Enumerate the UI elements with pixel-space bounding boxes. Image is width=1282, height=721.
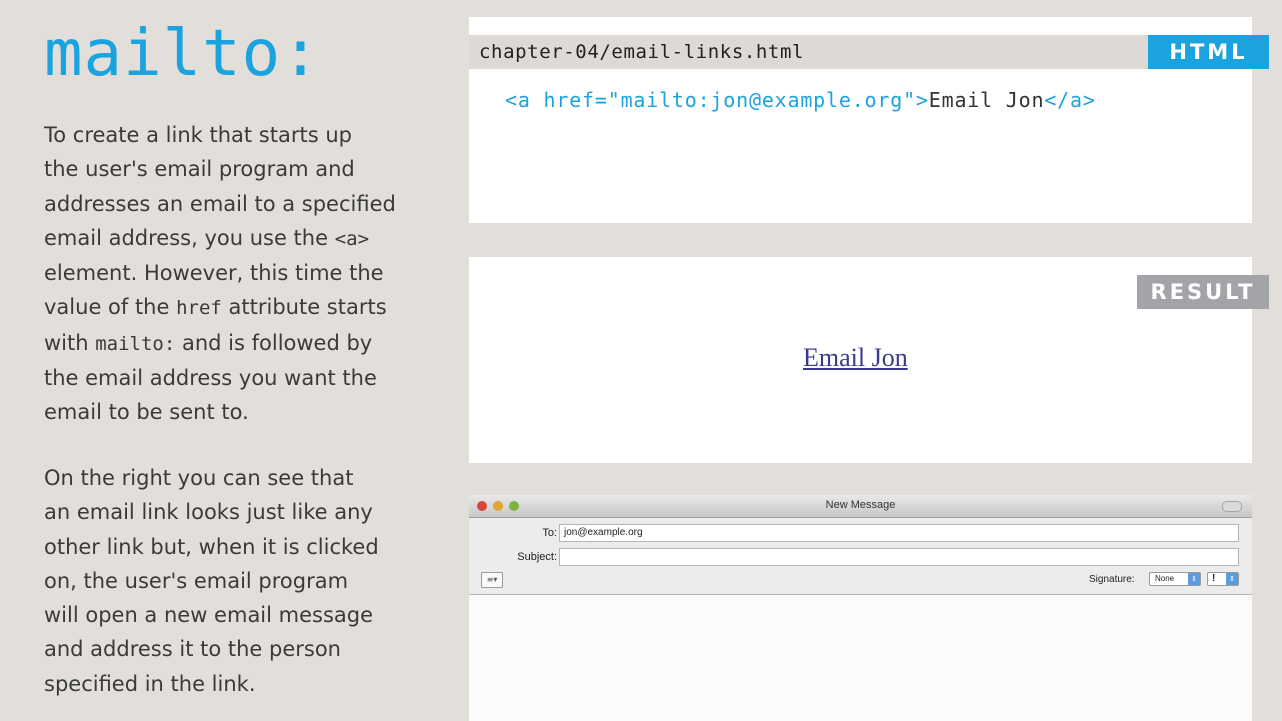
paragraph-line: value of the href attribute starts: [44, 290, 424, 325]
code-example-panel: chapter-04/email-links.html <a href="mai…: [469, 17, 1252, 223]
paragraph-line: the email address you want the: [44, 361, 424, 395]
paragraph-line: To create a link that starts up: [44, 118, 424, 152]
text-segment: email address, you use the: [44, 225, 335, 250]
text-segment: addresses an email to a specified: [44, 191, 396, 216]
paragraph-line: and address it to the person: [44, 632, 424, 666]
text-segment: email to be sent to.: [44, 400, 249, 425]
page-heading: mailto:: [44, 17, 321, 91]
text-segment: will open a new email message: [44, 603, 374, 628]
explanation-paragraph: On the right you can see that an email li…: [44, 461, 424, 701]
paragraph-line: other link but, when it is clicked: [44, 530, 424, 564]
code-line: <a href="mailto:jon@example.org">Email J…: [505, 88, 1096, 112]
code-link-text: Email Jon: [928, 88, 1045, 112]
text-segment: and address it to the person: [44, 637, 341, 662]
toolbar-toggle-button[interactable]: [1222, 501, 1242, 512]
paragraph-line: with mailto: and is followed by: [44, 326, 424, 361]
paragraph-line: email to be sent to.: [44, 395, 424, 429]
paragraph-line: email address, you use the <a>: [44, 221, 424, 256]
message-body[interactable]: [469, 595, 1252, 721]
paragraph-line: an email link looks just like any: [44, 495, 424, 529]
select-arrows-icon: ⇕: [1188, 573, 1200, 585]
select-arrows-icon: ⇕: [1226, 573, 1238, 585]
paragraph-line: the user's email program and: [44, 152, 424, 186]
text-segment: with: [44, 330, 96, 355]
file-name-bar: chapter-04/email-links.html: [469, 35, 1252, 69]
email-jon-link[interactable]: Email Jon: [803, 343, 908, 373]
to-field[interactable]: jon@example.org: [559, 524, 1239, 542]
inline-code: href: [176, 297, 222, 320]
subject-label: Subject:: [517, 551, 557, 563]
text-segment: the user's email program and: [44, 157, 355, 182]
paragraph-line: will open a new email message: [44, 598, 424, 632]
to-value: jon@example.org: [564, 527, 643, 538]
email-window-screenshot: New Message To: jon@example.org Subject:…: [469, 495, 1252, 721]
priority-select[interactable]: ! ⇕: [1207, 572, 1239, 586]
header-options-button[interactable]: ≡▾: [481, 572, 503, 588]
subject-field[interactable]: [559, 548, 1239, 566]
to-label: To:: [542, 527, 557, 539]
paragraph-line: on, the user's email program: [44, 564, 424, 598]
paragraph-line: addresses an email to a specified: [44, 187, 424, 221]
code-close-tag: </a>: [1044, 88, 1096, 112]
paragraph-line: On the right you can see that: [44, 461, 424, 495]
message-header-area: To: jon@example.org Subject: ≡▾ Signatur…: [469, 518, 1252, 595]
code-open-tag: <a href="mailto:jon@example.org">: [505, 88, 929, 112]
text-segment: value of the: [44, 295, 177, 320]
description-paragraph: To create a link that starts up the user'…: [44, 118, 424, 430]
window-title: New Message: [825, 499, 896, 511]
paragraph-line: specified in the link.: [44, 667, 424, 701]
html-tag: HTML: [1148, 35, 1269, 69]
text-segment: and is followed by: [175, 330, 373, 355]
result-panel: Email Jon: [469, 257, 1252, 463]
signature-select[interactable]: None ⇕: [1149, 572, 1201, 586]
priority-value: !: [1212, 573, 1216, 584]
text-segment: an email link looks just like any: [44, 500, 373, 525]
text-segment: element. However, this time the: [44, 261, 384, 286]
text-segment: other link but, when it is clicked: [44, 534, 379, 559]
text-segment: on, the user's email program: [44, 568, 349, 593]
inline-code: mailto:: [95, 332, 176, 355]
paragraph-line: element. However, this time the: [44, 256, 424, 290]
window-titlebar: New Message: [469, 495, 1252, 518]
result-tag: RESULT: [1137, 275, 1269, 309]
text-segment: On the right you can see that: [44, 466, 354, 490]
list-menu-icon: ≡▾: [486, 575, 498, 584]
signature-value: None: [1155, 574, 1175, 583]
text-segment: the email address you want the: [44, 366, 377, 391]
inline-code: <a>: [334, 227, 370, 250]
text-segment: attribute starts: [221, 295, 387, 320]
signature-label: Signature:: [1089, 574, 1135, 585]
file-name: chapter-04/email-links.html: [479, 41, 805, 63]
text-segment: specified in the link.: [44, 671, 256, 696]
text-segment: To create a link that starts up: [44, 123, 352, 147]
